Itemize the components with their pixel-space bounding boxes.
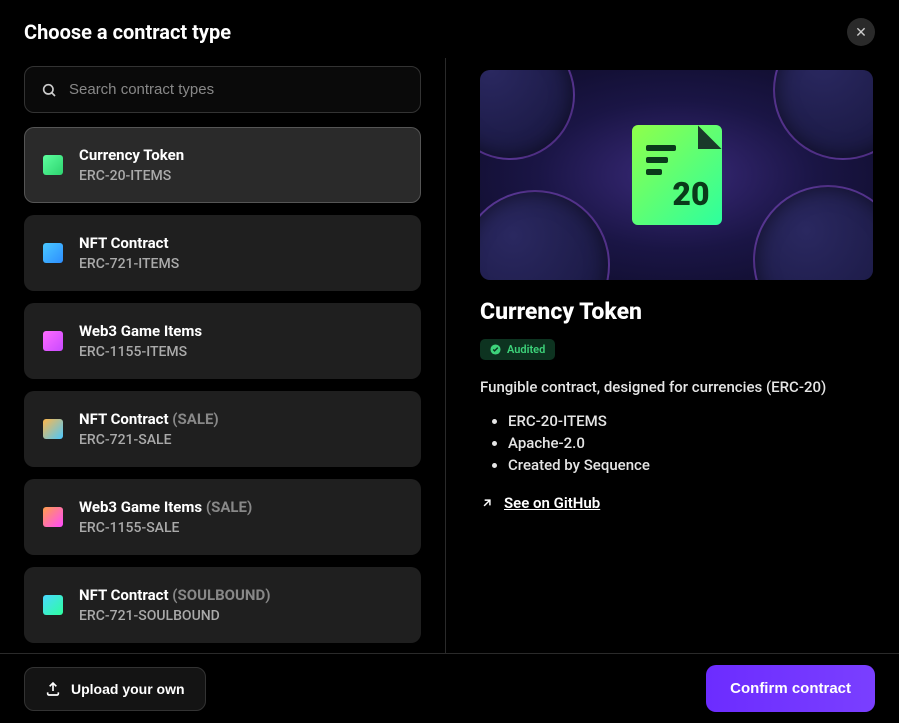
- right-panel: 20 Currency Token Audited Fungible contr…: [446, 58, 899, 655]
- upload-icon: [45, 681, 61, 697]
- upload-button[interactable]: Upload your own: [24, 667, 206, 711]
- external-link-icon: [480, 496, 494, 510]
- contract-item[interactable]: NFT Contract (SALE) ERC-721-SALE: [24, 391, 421, 467]
- coin-decoration: [773, 70, 873, 160]
- contract-text: NFT Contract ERC-721-ITEMS: [79, 234, 179, 272]
- upload-label: Upload your own: [71, 681, 185, 697]
- contract-text: NFT Contract (SOULBOUND) ERC-721-SOULBOUN…: [79, 586, 271, 624]
- contract-subtitle: ERC-1155-ITEMS: [79, 344, 202, 360]
- contract-type-icon: [43, 243, 63, 263]
- check-circle-icon: [490, 344, 501, 355]
- document-icon: 20: [632, 125, 722, 225]
- hero-image: 20: [480, 70, 873, 280]
- left-panel: Currency Token ERC-20-ITEMS NFT Contract …: [0, 58, 446, 655]
- contract-item[interactable]: Web3 Game Items (SALE) ERC-1155-SALE: [24, 479, 421, 555]
- coin-decoration: [480, 190, 610, 280]
- contract-item[interactable]: NFT Contract (SOULBOUND) ERC-721-SOULBOUN…: [24, 567, 421, 643]
- contract-title: Web3 Game Items (SALE): [79, 498, 252, 516]
- contract-subtitle: ERC-721-SALE: [79, 432, 219, 448]
- contract-type-icon: [43, 155, 63, 175]
- contract-text: Web3 Game Items ERC-1155-ITEMS: [79, 322, 202, 360]
- coin-decoration: [480, 70, 575, 160]
- search-input[interactable]: [69, 81, 404, 98]
- contract-item[interactable]: Currency Token ERC-20-ITEMS: [24, 127, 421, 203]
- contract-title: NFT Contract (SOULBOUND): [79, 586, 271, 604]
- contract-list: Currency Token ERC-20-ITEMS NFT Contract …: [24, 127, 421, 643]
- detail-bullet: Apache-2.0: [508, 434, 873, 452]
- detail-bullets: ERC-20-ITEMS Apache-2.0 Created by Sequenc…: [480, 412, 873, 474]
- github-link[interactable]: See on GitHub: [480, 494, 600, 512]
- detail-title: Currency Token: [480, 298, 873, 325]
- coin-decoration: [753, 185, 873, 280]
- close-button[interactable]: ✕: [847, 18, 875, 46]
- detail-bullet: ERC-20-ITEMS: [508, 412, 873, 430]
- github-link-label: See on GitHub: [504, 494, 600, 512]
- contract-item[interactable]: NFT Contract ERC-721-ITEMS: [24, 215, 421, 291]
- contract-text: NFT Contract (SALE) ERC-721-SALE: [79, 410, 219, 448]
- contract-title: Currency Token: [79, 146, 184, 164]
- detail-description: Fungible contract, designed for currenci…: [480, 378, 873, 396]
- contract-text: Web3 Game Items (SALE) ERC-1155-SALE: [79, 498, 252, 536]
- confirm-label: Confirm contract: [730, 680, 851, 697]
- contract-title: NFT Contract (SALE): [79, 410, 219, 428]
- contract-text: Currency Token ERC-20-ITEMS: [79, 146, 184, 184]
- confirm-button[interactable]: Confirm contract: [706, 665, 875, 712]
- contract-title: Web3 Game Items: [79, 322, 202, 340]
- footer: Upload your own Confirm contract: [0, 653, 899, 723]
- search-box[interactable]: [24, 66, 421, 113]
- contract-subtitle: ERC-1155-SALE: [79, 520, 252, 536]
- modal-title: Choose a contract type: [24, 20, 231, 44]
- contract-type-icon: [43, 331, 63, 351]
- contract-item[interactable]: Web3 Game Items ERC-1155-ITEMS: [24, 303, 421, 379]
- audited-label: Audited: [507, 343, 545, 356]
- contract-subtitle: ERC-721-SOULBOUND: [79, 608, 271, 624]
- detail-bullet: Created by Sequence: [508, 456, 873, 474]
- hero-number: 20: [672, 175, 709, 213]
- contract-type-icon: [43, 595, 63, 615]
- search-icon: [41, 82, 57, 98]
- contract-type-icon: [43, 419, 63, 439]
- contract-subtitle: ERC-20-ITEMS: [79, 168, 184, 184]
- audited-badge: Audited: [480, 339, 555, 360]
- contract-subtitle: ERC-721-ITEMS: [79, 256, 179, 272]
- contract-type-icon: [43, 507, 63, 527]
- close-icon: ✕: [855, 24, 867, 41]
- contract-title: NFT Contract: [79, 234, 179, 252]
